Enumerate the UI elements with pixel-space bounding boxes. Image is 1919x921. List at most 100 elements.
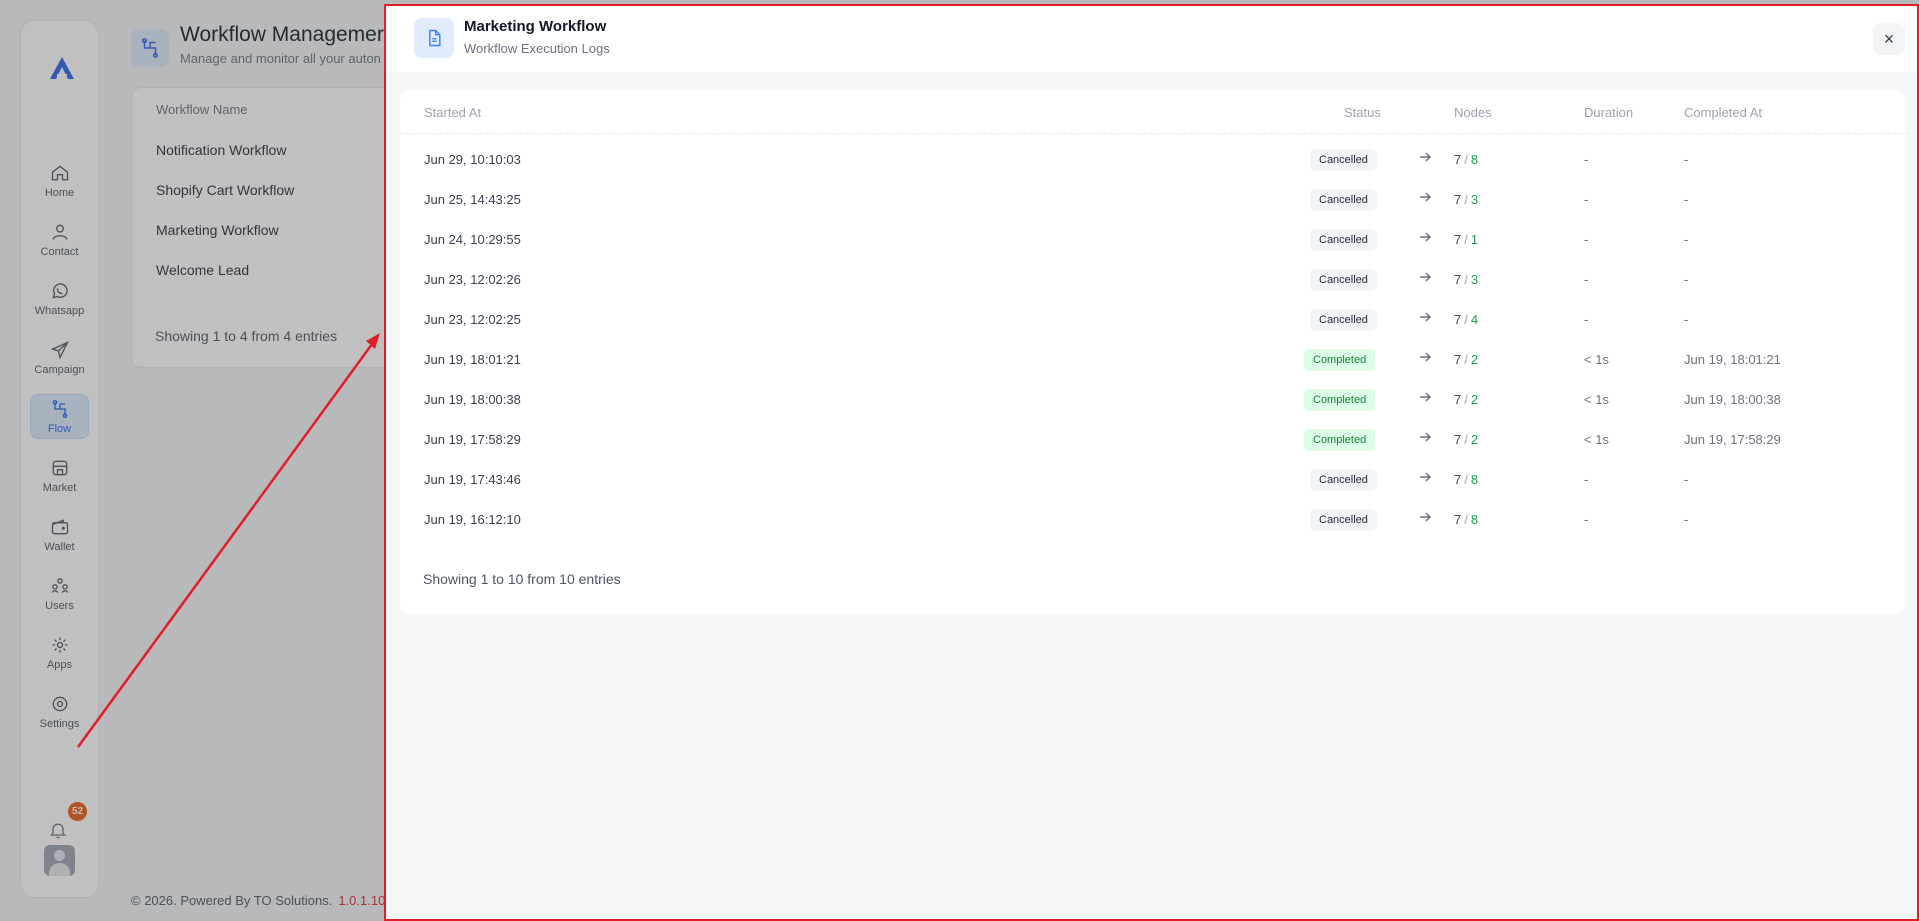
close-button[interactable]: × xyxy=(1873,23,1905,55)
started-at-cell: Jun 19, 17:58:29 xyxy=(424,432,521,447)
status-badge: Cancelled xyxy=(1310,189,1377,211)
nodes-cell: 7/1 xyxy=(1454,232,1478,247)
duration-cell: - xyxy=(1584,152,1589,167)
nodes-total: 7 xyxy=(1454,192,1462,207)
status-badge: Cancelled xyxy=(1310,229,1377,251)
table-row[interactable]: Jun 19, 18:00:38 Completed 7/2 < 1s Jun … xyxy=(400,380,1906,420)
started-at-cell: Jun 19, 18:01:21 xyxy=(424,352,521,367)
started-at-cell: Jun 19, 16:12:10 xyxy=(424,512,521,527)
duration-cell: - xyxy=(1584,192,1589,207)
modal-subtitle: Workflow Execution Logs xyxy=(464,41,610,56)
nodes-total: 7 xyxy=(1454,232,1462,247)
status-badge: Cancelled xyxy=(1310,269,1377,291)
arrow-right-icon xyxy=(1418,150,1432,164)
column-header-duration[interactable]: Duration xyxy=(1584,105,1633,120)
arrow-right-icon xyxy=(1418,270,1432,284)
arrow-right-icon xyxy=(1418,470,1432,484)
nodes-separator: / xyxy=(1464,312,1468,327)
duration-cell: - xyxy=(1584,512,1589,527)
table-row[interactable]: Jun 19, 16:12:10 Cancelled 7/8 - - xyxy=(400,500,1906,540)
nodes-separator: / xyxy=(1464,472,1468,487)
duration-cell: < 1s xyxy=(1584,432,1609,447)
arrow-right-icon xyxy=(1418,310,1432,324)
arrow-right-icon xyxy=(1418,350,1432,364)
nodes-separator: / xyxy=(1464,432,1468,447)
arrow-right-icon xyxy=(1418,390,1432,404)
nodes-executed: 2 xyxy=(1470,392,1479,407)
execution-logs-modal: Marketing Workflow Workflow Execution Lo… xyxy=(384,4,1919,921)
nodes-executed: 8 xyxy=(1470,152,1479,167)
started-at-cell: Jun 19, 17:43:46 xyxy=(424,472,521,487)
table-row[interactable]: Jun 19, 17:58:29 Completed 7/2 < 1s Jun … xyxy=(400,420,1906,460)
table-row[interactable]: Jun 19, 17:43:46 Cancelled 7/8 - - xyxy=(400,460,1906,500)
table-row[interactable]: Jun 25, 14:43:25 Cancelled 7/3 - - xyxy=(400,180,1906,220)
status-badge: Cancelled xyxy=(1310,309,1377,331)
nodes-cell: 7/8 xyxy=(1454,472,1478,487)
status-badge: Cancelled xyxy=(1310,469,1377,491)
nodes-separator: / xyxy=(1464,392,1468,407)
nodes-executed: 2 xyxy=(1470,432,1479,447)
table-row[interactable]: Jun 23, 12:02:25 Cancelled 7/4 - - xyxy=(400,300,1906,340)
nodes-executed: 1 xyxy=(1470,232,1479,247)
nodes-cell: 7/2 xyxy=(1454,432,1478,447)
nodes-executed: 8 xyxy=(1470,472,1479,487)
arrow-right-icon xyxy=(1418,230,1432,244)
arrow-right-icon xyxy=(1418,510,1432,524)
completed-at-cell: Jun 19, 18:00:38 xyxy=(1684,392,1781,407)
started-at-cell: Jun 19, 18:00:38 xyxy=(424,392,521,407)
started-at-cell: Jun 23, 12:02:25 xyxy=(424,312,521,327)
pagination-summary: Showing 1 to 10 from 10 entries xyxy=(423,571,621,587)
completed-at-cell: - xyxy=(1684,512,1689,527)
started-at-cell: Jun 29, 10:10:03 xyxy=(424,152,521,167)
completed-at-cell: - xyxy=(1684,152,1689,167)
document-icon xyxy=(414,18,454,58)
status-badge: Completed xyxy=(1304,429,1376,451)
modal-header: Marketing Workflow Workflow Execution Lo… xyxy=(386,6,1917,72)
table-row[interactable]: Jun 19, 18:01:21 Completed 7/2 < 1s Jun … xyxy=(400,340,1906,380)
nodes-total: 7 xyxy=(1454,272,1462,287)
completed-at-cell: - xyxy=(1684,232,1689,247)
nodes-separator: / xyxy=(1464,232,1468,247)
nodes-cell: 7/4 xyxy=(1454,312,1478,327)
nodes-total: 7 xyxy=(1454,152,1462,167)
completed-at-cell: Jun 19, 18:01:21 xyxy=(1684,352,1781,367)
table-row[interactable]: Jun 29, 10:10:03 Cancelled 7/8 - - xyxy=(400,140,1906,180)
status-badge: Completed xyxy=(1304,389,1376,411)
started-at-cell: Jun 23, 12:02:26 xyxy=(424,272,521,287)
nodes-cell: 7/2 xyxy=(1454,352,1478,367)
execution-logs-table: Started At Status Nodes Duration Complet… xyxy=(400,90,1906,614)
nodes-cell: 7/2 xyxy=(1454,392,1478,407)
nodes-total: 7 xyxy=(1454,432,1462,447)
completed-at-cell: - xyxy=(1684,192,1689,207)
completed-at-cell: Jun 19, 17:58:29 xyxy=(1684,432,1781,447)
duration-cell: - xyxy=(1584,232,1589,247)
status-badge: Cancelled xyxy=(1310,509,1377,531)
completed-at-cell: - xyxy=(1684,472,1689,487)
nodes-total: 7 xyxy=(1454,352,1462,367)
duration-cell: - xyxy=(1584,312,1589,327)
duration-cell: - xyxy=(1584,472,1589,487)
nodes-cell: 7/3 xyxy=(1454,192,1478,207)
nodes-total: 7 xyxy=(1454,512,1462,527)
nodes-separator: / xyxy=(1464,272,1468,287)
table-row[interactable]: Jun 24, 10:29:55 Cancelled 7/1 - - xyxy=(400,220,1906,260)
nodes-cell: 7/8 xyxy=(1454,152,1478,167)
table-row[interactable]: Jun 23, 12:02:26 Cancelled 7/3 - - xyxy=(400,260,1906,300)
duration-cell: < 1s xyxy=(1584,392,1609,407)
completed-at-cell: - xyxy=(1684,272,1689,287)
nodes-total: 7 xyxy=(1454,472,1462,487)
nodes-separator: / xyxy=(1464,152,1468,167)
nodes-separator: / xyxy=(1464,512,1468,527)
status-badge: Completed xyxy=(1304,349,1376,371)
duration-cell: < 1s xyxy=(1584,352,1609,367)
column-header-nodes[interactable]: Nodes xyxy=(1454,105,1492,120)
arrow-right-icon xyxy=(1418,190,1432,204)
column-header-started-at[interactable]: Started At xyxy=(424,105,481,120)
nodes-cell: 7/3 xyxy=(1454,272,1478,287)
column-header-completed-at[interactable]: Completed At xyxy=(1684,105,1762,120)
modal-title: Marketing Workflow xyxy=(464,18,607,35)
nodes-executed: 4 xyxy=(1470,312,1479,327)
nodes-separator: / xyxy=(1464,192,1468,207)
nodes-separator: / xyxy=(1464,352,1468,367)
column-header-status[interactable]: Status xyxy=(1344,105,1381,120)
